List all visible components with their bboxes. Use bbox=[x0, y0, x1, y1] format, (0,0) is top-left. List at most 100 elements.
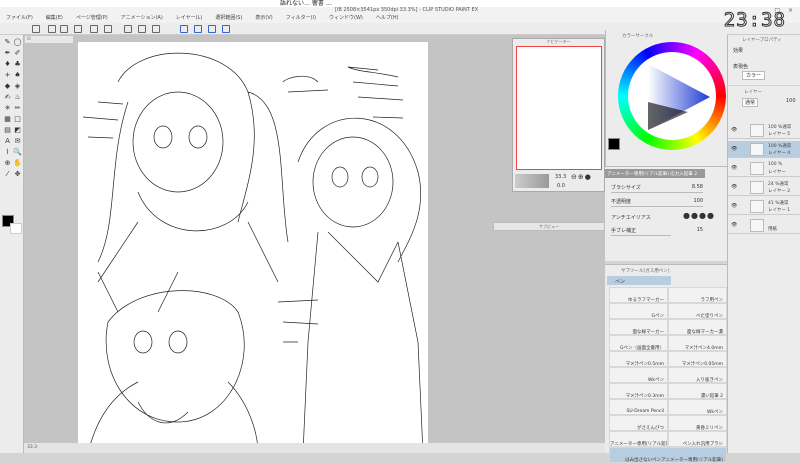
antialias-options-icon[interactable]: ●●●● bbox=[683, 211, 715, 220]
tool-icon[interactable]: ♠ bbox=[13, 71, 22, 80]
sub-tool-brush[interactable]: マメ汁ペン0.05mm bbox=[668, 351, 727, 367]
tool-icon[interactable]: ✋ bbox=[13, 159, 22, 168]
sub-tool-brush[interactable]: Gペン bbox=[609, 303, 668, 319]
sub-tool-brush[interactable]: Wkペン bbox=[609, 367, 668, 383]
tool-icon[interactable]: ✏ bbox=[13, 104, 22, 113]
sub-tool-brush[interactable]: マメ汁ペン0.3mm bbox=[609, 383, 668, 399]
opacity-slider[interactable] bbox=[611, 206, 703, 207]
expression-color-select[interactable]: カラー bbox=[742, 71, 766, 80]
sub-tool-brush[interactable]: Gペン（画面全書用） bbox=[609, 335, 668, 351]
hue-ring[interactable] bbox=[618, 42, 726, 150]
opacity-value[interactable]: 100 bbox=[693, 198, 703, 204]
tool-icon[interactable]: 🔍 bbox=[13, 148, 22, 157]
tool-icon[interactable]: ◈ bbox=[13, 82, 22, 91]
visibility-eye-icon[interactable]: 👁 bbox=[731, 127, 737, 133]
tool-icon[interactable]: ✥ bbox=[13, 170, 22, 179]
tool-icon[interactable]: + bbox=[3, 71, 12, 80]
command-button-icon[interactable] bbox=[104, 25, 112, 33]
tool-icon[interactable]: ◯ bbox=[13, 38, 22, 47]
command-button-icon[interactable] bbox=[74, 25, 82, 33]
sub-tool-brush[interactable]: はみ出さないペンアニメーター専用(リアル鉛筆) bbox=[609, 447, 727, 463]
layer-row[interactable]: 👁 用紙 bbox=[728, 217, 800, 234]
command-button-icon[interactable] bbox=[60, 25, 68, 33]
sub-tool-brush[interactable]: マメ汁ペン4.0mm bbox=[668, 335, 727, 351]
zoom-buttons-icon[interactable]: ⊖⊕● bbox=[571, 173, 592, 181]
stabilization-slider[interactable] bbox=[611, 235, 671, 236]
command-button-icon[interactable] bbox=[152, 25, 160, 33]
sub-tool-brush[interactable]: ラフ用ペン bbox=[668, 287, 727, 303]
tool-icon[interactable]: ⌇ bbox=[3, 148, 12, 157]
tool-icon[interactable]: ✳ bbox=[3, 104, 12, 113]
tool-icon[interactable]: ✐ bbox=[13, 49, 22, 58]
sub-tool-brush[interactable]: マメ汁ペン0.5mm bbox=[609, 351, 668, 367]
sub-tool-brush[interactable]: Wkペン bbox=[668, 399, 727, 415]
tool-icon[interactable]: ◆ bbox=[3, 82, 12, 91]
command-button-icon[interactable] bbox=[180, 25, 188, 33]
sub-tool-brush[interactable]: がさえんぴつ bbox=[609, 415, 668, 431]
tool-icon[interactable]: □ bbox=[13, 115, 22, 124]
sub-tool-brush[interactable]: 入り抜きペン bbox=[668, 367, 727, 383]
navigator-rotation[interactable]: 0.0 bbox=[557, 183, 565, 189]
command-button-icon[interactable] bbox=[124, 25, 132, 33]
sub-tool-brush[interactable]: べた塗りペン bbox=[668, 303, 727, 319]
tool-icon[interactable]: ⁄ bbox=[3, 170, 12, 179]
layer-row[interactable]: 👁 100 %通常 レイヤー 5 bbox=[728, 122, 800, 139]
command-button-icon[interactable] bbox=[32, 25, 40, 33]
command-button-icon[interactable] bbox=[90, 25, 98, 33]
visibility-eye-icon[interactable]: 👁 bbox=[731, 222, 737, 228]
stabilization-value[interactable]: 15 bbox=[697, 227, 703, 233]
command-button-icon[interactable] bbox=[208, 25, 216, 33]
saturation-triangle[interactable] bbox=[618, 42, 726, 150]
tool-icon[interactable]: ♣ bbox=[13, 60, 22, 69]
main-color-swatch[interactable] bbox=[608, 138, 620, 150]
sub-tool-brush[interactable]: 面な線マーカー濃 bbox=[668, 319, 727, 335]
layer-row[interactable]: 👁 100 % レイヤー bbox=[728, 160, 800, 177]
tool-icon[interactable]: ⊕ bbox=[3, 159, 12, 168]
menu-item[interactable]: ヘルプ(H) bbox=[376, 14, 399, 23]
menu-item[interactable]: フィルター(I) bbox=[286, 14, 316, 23]
layer-row[interactable]: 👁 41 %通常 レイヤー 1 bbox=[728, 198, 800, 215]
sub-tool-group-pen[interactable]: ペン bbox=[607, 276, 671, 285]
visibility-eye-icon[interactable]: 👁 bbox=[731, 165, 737, 171]
command-button-icon[interactable] bbox=[222, 25, 230, 33]
layer-opacity[interactable]: 100 bbox=[786, 98, 796, 104]
tool-icon[interactable]: ♦ bbox=[3, 60, 12, 69]
blend-mode-select[interactable]: 通常 bbox=[742, 98, 759, 107]
tool-icon[interactable]: ✒ bbox=[3, 49, 12, 58]
zoom-slider[interactable] bbox=[515, 174, 549, 188]
menu-item[interactable]: 選択範囲(S) bbox=[215, 14, 242, 23]
canvas-page[interactable] bbox=[78, 42, 428, 454]
sub-tool-brush[interactable]: 黄昏ミリペン bbox=[668, 415, 727, 431]
tool-icon[interactable]: ♨ bbox=[13, 93, 22, 102]
sub-tool-brush[interactable]: 濃い鉛筆 2 bbox=[668, 383, 727, 399]
tool-icon[interactable]: ▦ bbox=[3, 115, 12, 124]
layer-row[interactable]: 👁 24 %通常 レイヤー 2 bbox=[728, 179, 800, 196]
sub-tool-brush[interactable]: SU-Dream Pencil bbox=[609, 399, 668, 415]
menu-item[interactable]: 編集(E) bbox=[46, 14, 63, 23]
background-color-swatch[interactable] bbox=[10, 223, 22, 234]
layer-row[interactable]: 👁 100 %通常 レイヤー 4 bbox=[728, 141, 800, 158]
command-button-icon[interactable] bbox=[48, 25, 56, 33]
tool-icon[interactable]: ▤ bbox=[3, 126, 12, 135]
tool-icon[interactable]: ✍ bbox=[3, 93, 12, 102]
visibility-eye-icon[interactable]: 👁 bbox=[731, 146, 737, 152]
command-button-icon[interactable] bbox=[138, 25, 146, 33]
tool-icon[interactable]: ✎ bbox=[3, 38, 12, 47]
sub-tool-brush[interactable]: アニメーター専用(リアル鉛筆) bbox=[609, 431, 668, 447]
sub-tool-brush[interactable]: ペン入れ汎用ブラシ bbox=[668, 431, 727, 447]
tool-icon[interactable]: ✉ bbox=[13, 137, 22, 146]
brush-size-slider[interactable] bbox=[611, 192, 703, 193]
command-button-icon[interactable] bbox=[194, 25, 202, 33]
visibility-eye-icon[interactable]: 👁 bbox=[731, 184, 737, 190]
menu-item[interactable]: ファイル(F) bbox=[6, 14, 33, 23]
navigator-preview[interactable] bbox=[516, 46, 602, 170]
sub-tool-brush[interactable]: ゆるラフマーカー bbox=[609, 287, 668, 303]
menu-item[interactable]: ページ管理(P) bbox=[76, 14, 108, 23]
layer-tab[interactable]: レイヤー bbox=[744, 89, 762, 95]
document-tab[interactable]: IB bbox=[25, 36, 73, 43]
menu-item[interactable]: ウィンドウ(W) bbox=[329, 14, 363, 23]
tool-icon[interactable]: A bbox=[3, 137, 12, 146]
menu-item[interactable]: レイヤー(L) bbox=[176, 14, 203, 23]
subview-panel-header[interactable]: サブビュー bbox=[493, 222, 605, 231]
menu-item[interactable]: アニメーション(A) bbox=[121, 14, 163, 23]
